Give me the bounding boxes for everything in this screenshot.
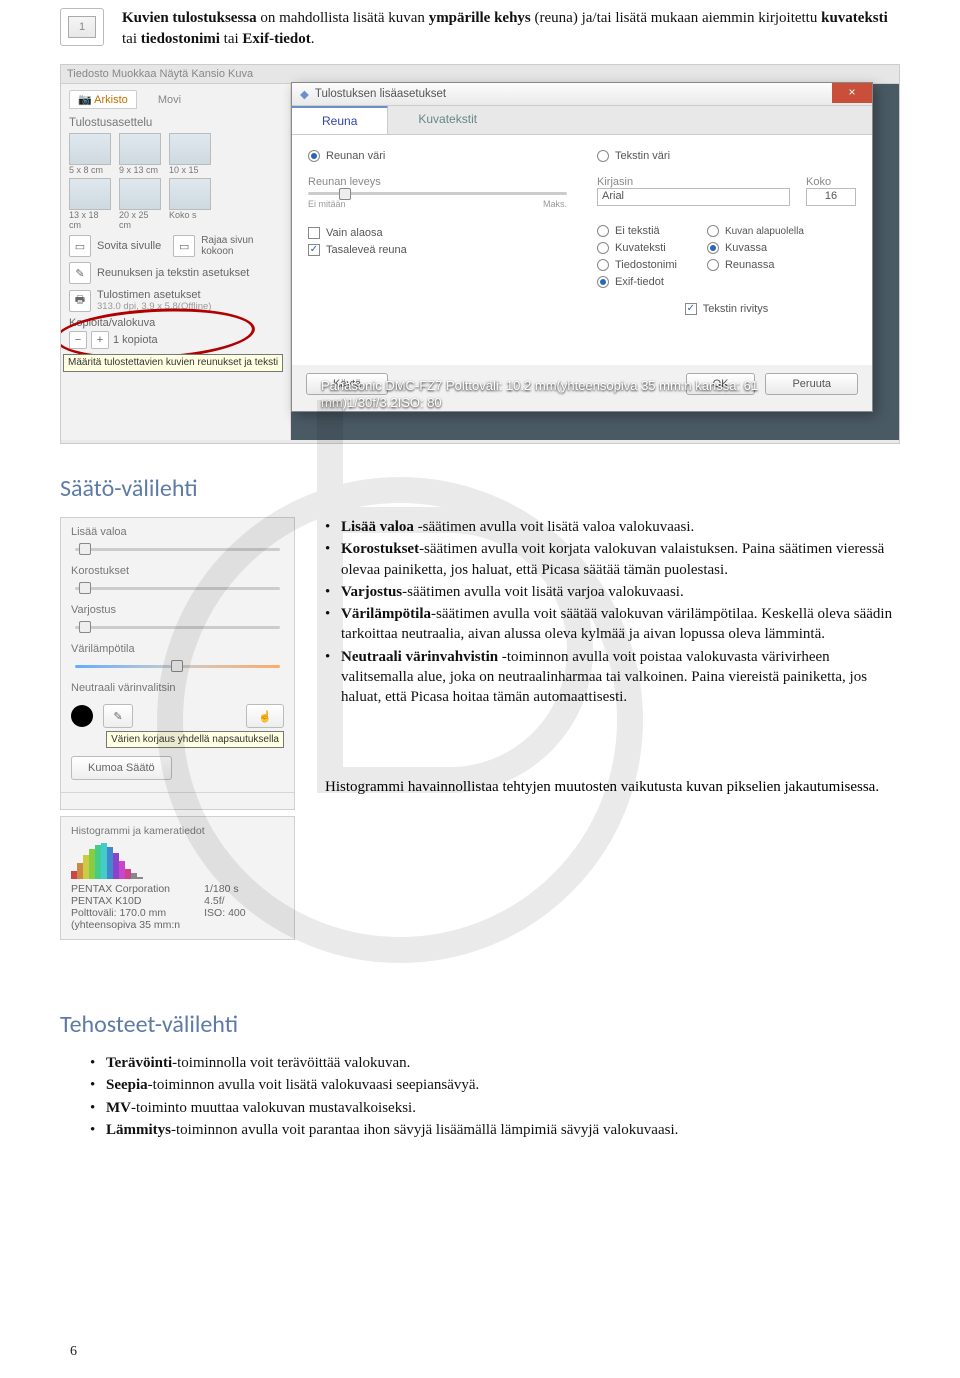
photo-exif-caption: Panasonic DMC-FZ7 Polttoväli: 10.2 mm(yh…	[321, 378, 863, 412]
tab-reuna: Reuna	[292, 106, 388, 134]
print-layout-title: Tulostusasettelu	[69, 117, 282, 129]
tab-kuvatekstit: Kuvatekstit	[388, 106, 507, 134]
intro-paragraph: Kuvien tulostuksessa on mahdollista lisä…	[122, 8, 900, 50]
saato-bullets: Lisää valoa -säätimen avulla voit lisätä…	[325, 517, 900, 707]
arkisto-tab: 📷 Arkisto	[69, 90, 137, 109]
step-number: 1	[68, 16, 96, 38]
printer-settings-icon: 🖶	[69, 290, 91, 312]
screenshot-left-panel: 📷 Arkisto Movi Tulostusasettelu 5 x 8 cm…	[61, 84, 291, 440]
heading-tehosteet: Tehosteet-välilehti	[60, 1010, 900, 1039]
crop-page-icon: ▭	[173, 235, 195, 257]
page-number: 6	[70, 1344, 77, 1360]
print-advanced-dialog: ◆Tulostuksen lisäasetukset × Reuna Kuvat…	[291, 82, 873, 412]
auto-color-button: ☝	[246, 704, 284, 728]
step-badge: 1	[60, 8, 104, 46]
print-settings-screenshot: Tiedosto Muokkaa Näytä Kansio Kuva 📷 Ark…	[60, 64, 900, 444]
undo-tuning-button: Kumoa Säätö	[71, 756, 172, 780]
fit-page-icon: ▭	[69, 235, 91, 257]
movies-tab: Movi	[158, 94, 181, 106]
neutral-color-swatch	[71, 705, 93, 727]
heading-saato: Säätö-välilehti	[60, 474, 900, 503]
tuning-panel-screenshot: Lisää valoa Korostukset Varjostus Värilä…	[60, 517, 295, 810]
histogram-panel-screenshot: Histogrammi ja kameratiedot PENTAX Corpo…	[60, 816, 295, 940]
histogram-graphic	[71, 841, 284, 879]
tehosteet-bullets: Terävöinti-toiminnolla voit terävöittää …	[90, 1053, 900, 1140]
border-text-settings-icon: ✎	[69, 262, 91, 284]
eyedropper-button: ✎	[103, 704, 133, 728]
histogram-desc: Histogrammi havainnollistaa tehtyjen muu…	[325, 777, 900, 797]
close-icon: ×	[832, 83, 872, 103]
tooltip-yellow: Määritä tulostettavien kuvien reunukset …	[63, 354, 283, 372]
color-fix-tooltip: Värien korjaus yhdellä napsautuksella	[106, 731, 284, 748]
intro-row: 1 Kuvien tulostuksessa on mahdollista li…	[60, 0, 900, 50]
